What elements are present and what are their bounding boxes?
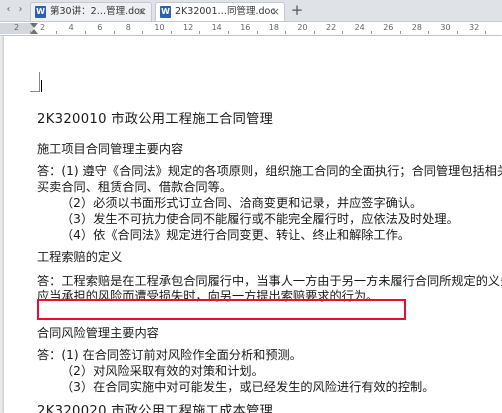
tab-close-icon[interactable]: ×: [271, 3, 280, 21]
ruler-number: 2: [40, 23, 46, 32]
tab-label: 第30讲：2…管理.doc: [50, 6, 146, 17]
ruler-tick: [399, 31, 401, 34]
document-page[interactable]: 2K320010 市政公用工程施工合同管理 施工项目合同管理主要内容 答：(1)…: [4, 36, 502, 413]
ruler-number: 6: [97, 23, 103, 32]
ruler-tick: [428, 31, 430, 34]
subsection-title: 施工项目合同管理主要内容: [37, 142, 184, 156]
ruler-number: 18: [268, 23, 279, 32]
ruler-number: 24: [354, 23, 365, 32]
ruler-tick: [227, 31, 229, 34]
new-tab-button[interactable]: +: [288, 2, 306, 19]
paragraph-line: （3）在合同实施中对可能发生，或已经发生的风险进行有效的控制。: [61, 380, 435, 394]
ruler-number: 12: [183, 23, 194, 32]
ruler-tick: [285, 31, 287, 34]
ruler-number: 8: [125, 23, 131, 32]
paragraph-line: 答：(1) 在合同签订前对风险作全面分析和预测。: [37, 348, 302, 362]
subsection-title: 工程索赔的定义: [37, 250, 123, 264]
tab-label: 2K32001…同管理.doc: [175, 6, 276, 17]
tab-close-icon[interactable]: ×: [138, 3, 147, 21]
ruler-tick: [30, 31, 32, 34]
section-heading: 2K320020 市政公用工程施工成本管理: [37, 404, 274, 413]
ruler-number: 14: [211, 23, 222, 32]
margin-corner-mark: [39, 72, 40, 92]
ruler-tick: [370, 31, 372, 34]
subsection-title: 合同风险管理主要内容: [37, 326, 159, 340]
text-cursor: [41, 80, 42, 92]
paragraph-line: （2）必须以书面形式订立合同、洽商变更和记录，并应签字确认。: [61, 196, 423, 210]
ruler-tick: [456, 31, 458, 34]
ruler-number: 4: [68, 23, 74, 32]
ruler-number: 10: [154, 23, 165, 32]
word-document-icon: W: [160, 6, 171, 18]
ruler-tick: [56, 31, 58, 34]
ruler-tick: [113, 31, 115, 34]
tab-document-2[interactable]: W 2K32001…同管理.doc ×: [155, 2, 285, 21]
paragraph-line: （4）依《合同法》规定进行合同变更、转让、终止和解除工作。: [61, 228, 411, 242]
ruler-tick: [485, 31, 487, 34]
ruler-tick: [313, 31, 315, 34]
paragraph-line: 答：(1) 遵守《合同法》规定的各项原则，组织施工合同的全面执行；合同管理包括相…: [37, 164, 502, 178]
tab-bar: ‹ › W 第30讲：2…管理.doc × W 2K32001…同管理.doc …: [0, 0, 502, 22]
ruler-tick: [256, 31, 258, 34]
ruler-number: 30: [440, 23, 451, 32]
tab-document-1[interactable]: W 第30讲：2…管理.doc ×: [30, 2, 152, 21]
ruler-number: 28: [411, 23, 422, 32]
ruler-number: 32: [469, 23, 480, 32]
ruler-number: 20: [297, 23, 308, 32]
section-heading: 2K320010 市政公用工程施工合同管理: [37, 112, 274, 127]
paragraph-line: （2）对风险采取有效的对策和计划。: [61, 364, 264, 378]
first-line-indent-marker[interactable]: [30, 23, 38, 28]
horizontal-ruler[interactable]: 2 2 4 6 8 10 12 14 16 18 20 22 24 26 28 30 32: [0, 22, 502, 36]
ruler-number: 26: [383, 23, 394, 32]
ruler-tick: [170, 31, 172, 34]
ruler-tick: [199, 31, 201, 34]
ruler-number: 16: [240, 23, 251, 32]
tab-scroll-right-icon[interactable]: ›: [14, 3, 27, 17]
paragraph-line: （3）发生不可抗力使合同不能履行或不能完全履行时，应依法及时处理。: [61, 212, 459, 226]
paragraph-line: 买卖合同、租赁合同、借款合同等。: [37, 180, 232, 194]
ruler-number: 22: [326, 23, 337, 32]
red-highlight-box: [37, 299, 406, 320]
ruler-tick: [84, 31, 86, 34]
word-document-icon: W: [35, 6, 46, 18]
ruler-number: 2: [14, 23, 20, 32]
paragraph-line: 答：工程索赔是在工程承包合同履行中，当事人一方由于另一方未履行合同所规定的义务或: [37, 274, 502, 288]
ruler-tick: [342, 31, 344, 34]
ruler-tick: [142, 31, 144, 34]
